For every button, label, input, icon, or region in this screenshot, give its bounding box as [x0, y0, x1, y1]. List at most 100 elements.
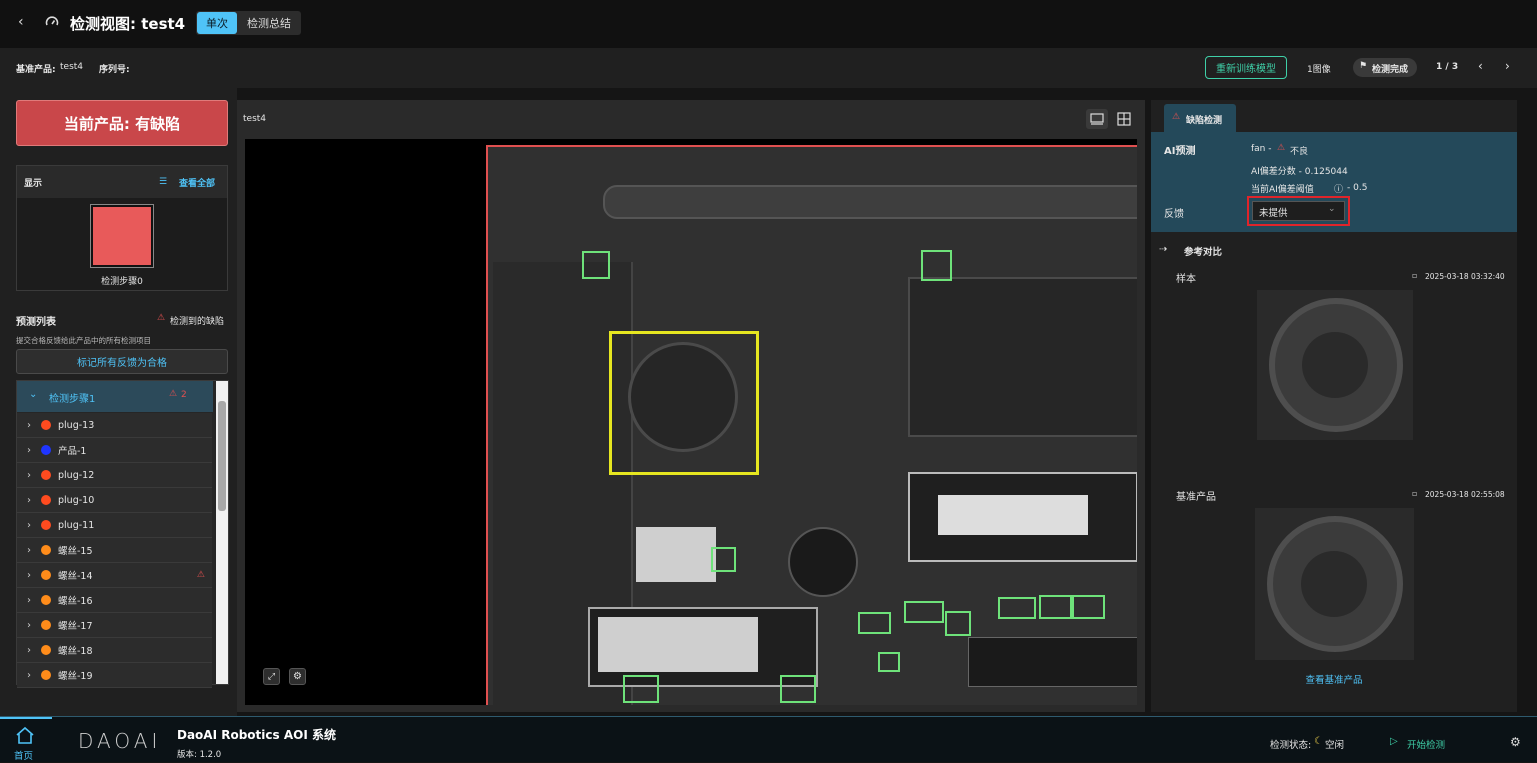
prev-icon[interactable]: ‹: [1478, 59, 1483, 73]
chevron-right-icon[interactable]: ›: [17, 495, 41, 506]
list-item[interactable]: › plug-13: [17, 413, 212, 438]
flag-icon: ⚑: [1359, 61, 1368, 71]
chevron-right-icon[interactable]: ›: [17, 645, 41, 656]
scrollbar[interactable]: [216, 381, 228, 684]
list-item[interactable]: › 螺丝-18: [17, 638, 212, 663]
list-item[interactable]: › 螺丝-17: [17, 613, 212, 638]
class-color-dot: [41, 570, 51, 580]
predict-title: 预测列表: [16, 317, 56, 328]
chevron-right-icon[interactable]: ›: [17, 520, 41, 531]
tab-summary[interactable]: 检测总结: [240, 12, 298, 34]
defect-box[interactable]: [609, 331, 759, 475]
warning-icon: ⚠: [196, 570, 205, 580]
footer-bar: 首页 DAOAI DaoAI Robotics AOI 系统 版本: 1.2.0…: [0, 716, 1537, 762]
home-nav[interactable]: 首页: [0, 717, 52, 763]
list-item[interactable]: › 产品-1: [17, 438, 212, 463]
inspection-image: [486, 145, 1137, 705]
ai-predict-label: AI预测: [1164, 146, 1196, 157]
settings-icon[interactable]: ⚙: [1510, 735, 1521, 749]
list-item[interactable]: › 螺丝-16: [17, 588, 212, 613]
chevron-right-icon[interactable]: ›: [17, 670, 41, 681]
chevron-right-icon[interactable]: ›: [17, 545, 41, 556]
list-item-label: plug-13: [58, 419, 95, 431]
info-icon[interactable]: ⓘ: [1334, 182, 1343, 195]
list-item-label: plug-10: [58, 494, 95, 506]
list-item[interactable]: › plug-11: [17, 513, 212, 538]
grid-view-icon[interactable]: [1113, 109, 1135, 129]
list-item[interactable]: › plug-10: [17, 488, 212, 513]
chevron-right-icon[interactable]: ›: [17, 570, 41, 581]
ai-predict-value: fan -: [1251, 144, 1272, 154]
inspection-canvas[interactable]: [245, 139, 1137, 705]
ai-score: AI偏差分数 - 0.125044: [1251, 167, 1348, 177]
base-image[interactable]: [1255, 508, 1414, 660]
chevron-right-icon[interactable]: ›: [17, 470, 41, 481]
calendar-icon: ▫: [1412, 271, 1418, 280]
ai-predict-result: 不良: [1290, 147, 1309, 157]
submit-note: 提交合格反馈给此产品中的所有检测项目: [16, 336, 151, 345]
class-color-dot: [41, 520, 51, 530]
warning-icon: ⚠: [1277, 143, 1286, 153]
class-color-dot: [41, 470, 51, 480]
sub-bar: 基准产品: test4 序列号: 重新训练模型 1图像 ⚑ 检测完成 1 / 3…: [0, 48, 1537, 88]
sample-image[interactable]: [1257, 290, 1413, 440]
home-label: 首页: [14, 751, 34, 762]
status-value: 空闲: [1325, 740, 1345, 751]
view-all-link[interactable]: 查看全部: [179, 176, 215, 189]
mark-all-pass-button[interactable]: 标记所有反馈为合格: [16, 349, 228, 374]
feedback-select[interactable]: 未提供 ⌄: [1247, 196, 1350, 226]
chevron-down-icon: ⌄: [29, 389, 38, 400]
reference-title: 参考对比: [1184, 247, 1223, 258]
right-panel: ⚠ 缺陷检测 AI预测 fan - ⚠ 不良 AI偏差分数 - 0.125044…: [1151, 100, 1517, 712]
chevron-right-icon[interactable]: ›: [17, 420, 41, 431]
list-item[interactable]: › 螺丝-14 ⚠: [17, 563, 212, 588]
start-button[interactable]: 开始检测: [1407, 737, 1445, 751]
step-group-count: 2: [181, 390, 187, 400]
class-color-dot: [41, 670, 51, 680]
list-item[interactable]: › 螺丝-19: [17, 663, 212, 688]
list-item-label: 螺丝-18: [58, 646, 93, 657]
compare-icon: ⇢: [1159, 244, 1168, 255]
list-item-label: 螺丝-19: [58, 671, 93, 682]
chevron-right-icon[interactable]: ›: [17, 445, 41, 456]
back-icon[interactable]: ‹: [18, 14, 24, 30]
tab-defect-detection[interactable]: ⚠ 缺陷检测: [1164, 104, 1236, 132]
ai-threshold: 当前AI偏差阈值: [1251, 185, 1314, 195]
defect-found-label: 检测到的缺陷: [170, 317, 225, 327]
display-title: 显示: [24, 179, 43, 189]
next-icon[interactable]: ›: [1505, 59, 1510, 73]
chevron-right-icon[interactable]: ›: [17, 595, 41, 606]
chevron-down-icon: ⌄: [1328, 204, 1336, 214]
status-badge: ⚑ 检测完成: [1353, 58, 1417, 77]
warning-icon: ⚠: [157, 313, 166, 323]
status-label: 检测状态:: [1270, 740, 1312, 751]
retrain-button[interactable]: 重新训练模型: [1205, 56, 1287, 79]
page-title: 检测视图: test4: [70, 15, 186, 33]
display-panel: 显示 ☰ 查看全部 检测步骤0: [16, 165, 228, 291]
list-item-label: plug-12: [58, 469, 95, 481]
step-group-label: 检测步骤1: [49, 394, 96, 405]
sample-label: 样本: [1176, 274, 1196, 285]
version: 版本: 1.2.0: [177, 750, 222, 760]
feedback-label: 反馈: [1164, 209, 1184, 220]
single-view-icon[interactable]: [1086, 109, 1108, 129]
class-color-dot: [41, 445, 51, 455]
base-product-value: test4: [60, 62, 84, 72]
tab-single[interactable]: 单次: [197, 12, 237, 34]
class-color-dot: [41, 595, 51, 605]
tab-defect-label: 缺陷检测: [1186, 116, 1223, 126]
gear-icon[interactable]: ⚙: [289, 668, 306, 685]
list-item[interactable]: › 螺丝-15: [17, 538, 212, 563]
calendar-icon: ▫: [1412, 489, 1418, 498]
serial-label: 序列号:: [99, 65, 130, 75]
step-thumbnail[interactable]: [90, 204, 154, 268]
chevron-right-icon[interactable]: ›: [17, 620, 41, 631]
step-group-header[interactable]: ⌄ 检测步骤1 ⚠ 2: [17, 381, 213, 412]
page-indicator: 1 / 3: [1436, 62, 1459, 72]
list-item-label: 螺丝-14: [58, 571, 93, 582]
fullscreen-icon[interactable]: ⤢: [263, 668, 280, 685]
list-item-label: 螺丝-17: [58, 621, 93, 632]
list-item[interactable]: › plug-12: [17, 463, 212, 488]
ai-threshold-value: - 0.5: [1347, 183, 1368, 193]
view-base-link[interactable]: 查看基准产品: [1151, 672, 1517, 686]
